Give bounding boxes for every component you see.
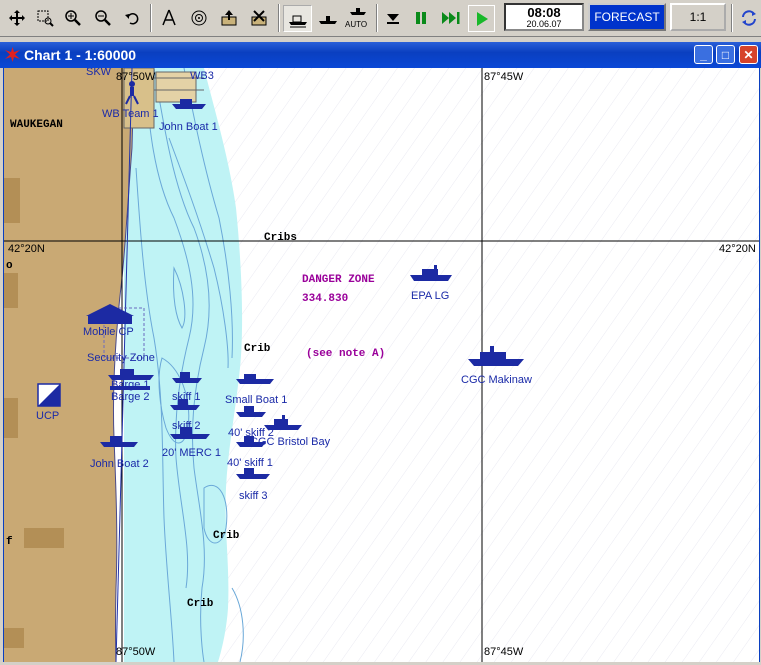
wb3-label: WB3	[190, 70, 214, 82]
zoom-in-icon[interactable]	[60, 5, 85, 30]
skiff-2-label[interactable]: skiff 2	[172, 420, 201, 432]
vessel-mode-harbor-icon[interactable]	[283, 5, 312, 32]
cribs-label: Cribs	[264, 232, 298, 244]
skw-label: SKW	[86, 68, 112, 78]
crib-label: Crib	[213, 530, 240, 542]
crib-label: Crib	[244, 343, 271, 355]
pause-icon[interactable]	[408, 5, 433, 30]
small-boat-1-label[interactable]: Small Boat 1	[225, 394, 287, 406]
right-latitude: 42°20N	[719, 243, 756, 255]
chart-window-titlebar[interactable]: Chart 1 - 1:60000 _ □ ✕	[0, 42, 761, 68]
play-icon[interactable]	[468, 5, 495, 32]
minimize-button[interactable]: _	[694, 45, 713, 64]
crib-label: Crib	[187, 598, 214, 610]
forecast-button[interactable]: FORECAST	[588, 3, 666, 31]
pan-icon[interactable]	[4, 5, 29, 30]
toolbar-separator	[278, 4, 280, 32]
scale-button[interactable]: 1:1	[670, 3, 726, 31]
route-tool-icon[interactable]	[156, 5, 181, 30]
top-right-longitude: 87°45W	[484, 71, 524, 83]
top-left-longitude: 87°50W	[116, 71, 156, 83]
stop-icon[interactable]	[380, 5, 405, 30]
skiff-1-label[interactable]: skiff 1	[172, 391, 201, 403]
toolbar-separator	[376, 4, 378, 32]
barge-1-label[interactable]: Barge 1	[111, 379, 150, 391]
export-icon[interactable]	[216, 5, 241, 30]
edge-marker-o: o	[6, 260, 13, 272]
close-button[interactable]: ✕	[739, 45, 758, 64]
wb-team-1-label[interactable]: WB Team 1	[102, 108, 159, 120]
cgc-makinaw-label[interactable]: CGC Makinaw	[461, 374, 532, 386]
john-boat-2-label[interactable]: John Boat 2	[90, 458, 149, 470]
left-latitude: 42°20N	[8, 243, 45, 255]
security-zone-label[interactable]: Security Zone	[87, 352, 155, 364]
maximize-button[interactable]: □	[716, 45, 735, 64]
ucp-label[interactable]: UCP	[36, 410, 59, 422]
nautical-chart[interactable]: 87°50W 87°45W 87°50W 87°45W 42°20N 42°20…	[3, 68, 760, 662]
undo-zoom-icon[interactable]	[120, 5, 145, 30]
zoom-out-icon[interactable]	[90, 5, 115, 30]
bottom-left-longitude: 87°50W	[116, 646, 156, 658]
cgc-bristol-bay-label[interactable]: CGC Bristol Bay	[250, 436, 330, 448]
toolbar-separator	[731, 4, 733, 32]
sync-icon[interactable]	[736, 5, 761, 30]
forty-skiff-1-label[interactable]: 40' skiff 1	[227, 457, 273, 469]
chart-canvas[interactable]	[4, 68, 759, 662]
app-logo-icon	[5, 47, 20, 67]
toolbar: AUTO 08:08 20.06.07 FORECAST 1:1	[0, 0, 761, 37]
zoom-window-icon[interactable]	[32, 5, 57, 30]
bottom-right-longitude: 87°45W	[484, 646, 524, 658]
barge-2-label[interactable]: Barge 2	[111, 391, 150, 403]
vessel-mode-sea-icon[interactable]	[314, 5, 341, 30]
target-icon[interactable]	[186, 5, 211, 30]
fast-forward-icon[interactable]	[438, 5, 463, 30]
ucp-symbol	[37, 383, 61, 407]
simulation-clock: 08:08 20.06.07	[504, 3, 584, 31]
skiff-3-label[interactable]: skiff 3	[239, 490, 268, 502]
delete-object-icon[interactable]	[246, 5, 271, 30]
mobile-cp-label[interactable]: Mobile CP	[83, 326, 134, 338]
window-title: Chart 1 - 1:60000	[24, 47, 137, 63]
john-boat-1-label[interactable]: John Boat 1	[159, 121, 218, 133]
toolbar-separator	[150, 4, 152, 32]
see-note-label: (see note A)	[306, 348, 386, 360]
epa-lg-label[interactable]: EPA LG	[411, 290, 449, 302]
twenty-merc-1-label[interactable]: 20' MERC 1	[162, 447, 221, 459]
waukegan-label: WAUKEGAN	[10, 119, 63, 131]
danger-zone-frequency: 334.830	[302, 293, 349, 305]
auto-label: AUTO	[345, 20, 368, 29]
danger-zone-label: DANGER ZONE	[302, 274, 375, 286]
edge-marker-f: f	[6, 536, 13, 548]
clock-date: 20.06.07	[526, 19, 562, 29]
clock-time: 08:08	[527, 5, 561, 20]
